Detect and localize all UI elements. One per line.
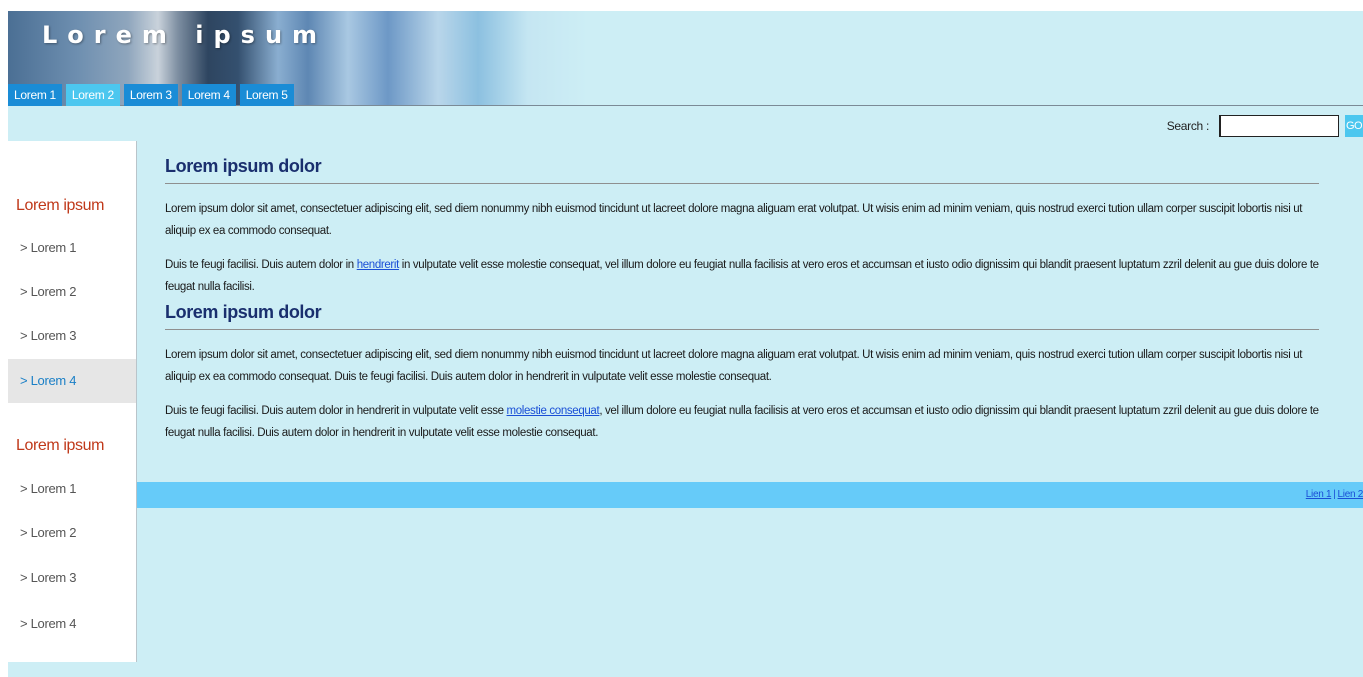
- content-section-1: Lorem ipsum dolor Lorem ipsum dolor sit …: [165, 156, 1319, 298]
- section-paragraph: Lorem ipsum dolor sit amet, consectetuer…: [165, 203, 1303, 237]
- sidebar: Lorem ipsum > Lorem 1 > Lorem 2 > Lorem …: [8, 141, 137, 662]
- sidebar-item-lorem-1[interactable]: > Lorem 1: [8, 226, 136, 270]
- sidebar-item-lorem-3[interactable]: > Lorem 3: [8, 314, 136, 358]
- section-title: Lorem ipsum dolor: [165, 156, 1319, 184]
- tab-lorem-3[interactable]: Lorem 3: [123, 84, 178, 106]
- section-paragraph: Duis te feugi facilisi. Duis autem dolor…: [165, 400, 1319, 444]
- search-go-button[interactable]: GO: [1345, 115, 1363, 137]
- footer-links: Lien 1 | Lien 2: [1306, 482, 1363, 508]
- header-banner: Lorem ipsum Lorem 1 Lorem 2 Lorem 3 Lore…: [8, 11, 1363, 106]
- main-content: Lorem ipsum dolor Lorem ipsum dolor sit …: [165, 156, 1319, 456]
- section-paragraph: Lorem ipsum dolor sit amet, consectetuer…: [165, 349, 1303, 383]
- footer-separator: |: [1333, 489, 1336, 500]
- main-nav-tabs: Lorem 1 Lorem 2 Lorem 3 Lorem 4 Lorem 5: [8, 84, 298, 106]
- tab-lorem-4[interactable]: Lorem 4: [181, 84, 236, 106]
- tab-lorem-5[interactable]: Lorem 5: [239, 84, 294, 106]
- search-bar: Search : GO: [1167, 115, 1363, 137]
- content-section-2: Lorem ipsum dolor Lorem ipsum dolor sit …: [165, 302, 1319, 444]
- search-label: Search :: [1166, 119, 1210, 133]
- footer-bar: Lien 1 | Lien 2: [137, 482, 1363, 508]
- sidebar-heading-2: Lorem ipsum: [16, 437, 105, 454]
- footer-link-lien-1[interactable]: Lien 1: [1306, 489, 1332, 500]
- page: Lorem ipsum Lorem 1 Lorem 2 Lorem 3 Lore…: [8, 11, 1363, 677]
- sidebar-heading-1: Lorem ipsum: [16, 197, 105, 214]
- sidebar-item-lorem-2[interactable]: > Lorem 2: [8, 511, 136, 555]
- section-title: Lorem ipsum dolor: [165, 302, 1319, 330]
- section-paragraph: Duis te feugi facilisi. Duis autem dolor…: [165, 254, 1319, 298]
- footer-link-lien-2[interactable]: Lien 2: [1338, 489, 1363, 500]
- paragraph-text: Duis te feugi facilisi. Duis autem dolor…: [165, 405, 507, 417]
- sidebar-item-lorem-2[interactable]: > Lorem 2: [8, 270, 136, 314]
- molestie-consequat-link[interactable]: molestie consequat: [507, 405, 600, 417]
- paragraph-text: Duis te feugi facilisi. Duis autem dolor…: [165, 259, 357, 271]
- sidebar-item-lorem-3[interactable]: > Lorem 3: [8, 556, 136, 600]
- hendrerit-link[interactable]: hendrerit: [357, 259, 400, 271]
- sidebar-item-lorem-4[interactable]: > Lorem 4: [8, 602, 136, 646]
- tab-lorem-1[interactable]: Lorem 1: [8, 84, 62, 106]
- site-title: Lorem ipsum: [42, 21, 328, 49]
- sidebar-item-lorem-4[interactable]: > Lorem 4: [8, 359, 136, 403]
- tab-lorem-2[interactable]: Lorem 2: [65, 84, 120, 106]
- sidebar-item-lorem-1[interactable]: > Lorem 1: [8, 467, 136, 511]
- search-input[interactable]: [1219, 115, 1339, 137]
